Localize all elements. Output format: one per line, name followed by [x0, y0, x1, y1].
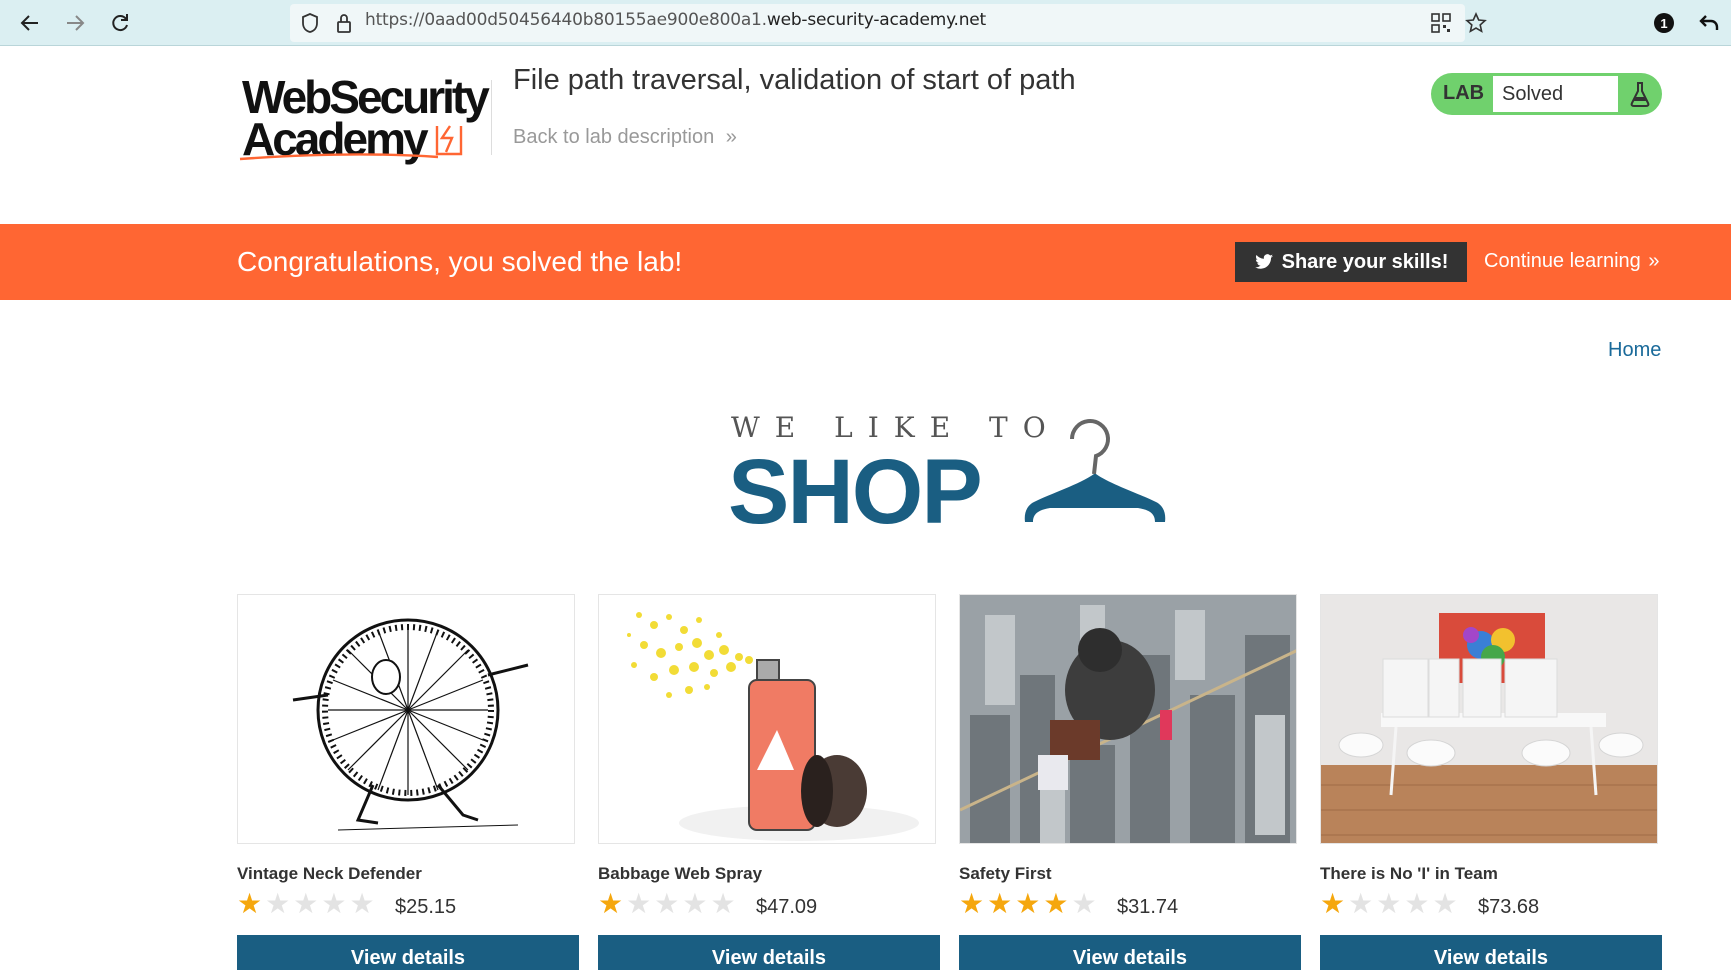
- double-chevron-right-icon: »: [1648, 250, 1660, 272]
- star-rating: ★ ★ ★ ★ ★: [1320, 889, 1458, 919]
- logo-underline: [239, 153, 439, 161]
- share-button-label: Share your skills!: [1281, 250, 1449, 273]
- star-filled-icon: ★: [598, 888, 624, 919]
- back-arrow-icon[interactable]: [16, 9, 44, 37]
- star-empty-icon: ★: [626, 888, 652, 919]
- star-rating: ★ ★ ★ ★ ★: [237, 889, 375, 919]
- shop-title: SHOP: [728, 441, 983, 543]
- product-image[interactable]: [959, 594, 1297, 844]
- star-empty-icon: ★: [265, 888, 291, 919]
- home-link[interactable]: Home: [1608, 339, 1661, 362]
- star-filled-icon: ★: [987, 888, 1013, 919]
- product-illustration: [1321, 595, 1657, 843]
- star-filled-icon: ★: [1015, 888, 1041, 919]
- product-image[interactable]: [598, 594, 936, 844]
- browser-toolbar: https://0aad00d50456440b80155ae900e800a1…: [0, 0, 1731, 46]
- continue-learning-label: Continue learning: [1484, 250, 1641, 272]
- star-empty-icon: ★: [1404, 888, 1430, 919]
- star-empty-icon: ★: [349, 888, 375, 919]
- star-filled-icon: ★: [959, 888, 985, 919]
- url-prefix: https://0aad00d50456440b80155ae900e800a1…: [365, 10, 767, 30]
- notification-count: 1: [1654, 13, 1674, 33]
- product-name: Vintage Neck Defender: [237, 864, 422, 883]
- lab-title: File path traversal, validation of start…: [513, 64, 1076, 96]
- back-to-lab-description-link[interactable]: Back to lab description »: [513, 126, 737, 149]
- star-empty-icon: ★: [654, 888, 680, 919]
- star-empty-icon: ★: [1071, 888, 1097, 919]
- lab-solved-banner: Congratulations, you solved the lab! Sha…: [0, 224, 1731, 300]
- view-details-button[interactable]: View details: [237, 935, 579, 970]
- shield-icon[interactable]: [296, 9, 324, 37]
- product-image[interactable]: [237, 594, 575, 844]
- qr-code-icon[interactable]: [1427, 9, 1455, 37]
- star-filled-icon: ★: [1320, 888, 1346, 919]
- star-filled-icon: ★: [237, 888, 263, 919]
- url-text[interactable]: https://0aad00d50456440b80155ae900e800a1…: [365, 10, 986, 30]
- bookmark-star-icon[interactable]: [1462, 9, 1490, 37]
- header-divider: [491, 80, 492, 155]
- star-empty-icon: ★: [1432, 888, 1458, 919]
- product-price: $47.09: [756, 896, 818, 918]
- lock-icon[interactable]: [330, 9, 358, 37]
- logo-lightning-icon: [435, 125, 463, 156]
- view-details-button[interactable]: View details: [1320, 935, 1662, 970]
- congratulations-message: Congratulations, you solved the lab!: [237, 246, 683, 277]
- twitter-bird-icon: [1254, 254, 1273, 269]
- flask-icon: [1630, 82, 1650, 107]
- continue-learning-link[interactable]: Continue learning »: [1484, 250, 1659, 273]
- forward-arrow-icon[interactable]: [61, 9, 89, 37]
- double-chevron-right-icon: »: [725, 126, 737, 148]
- star-empty-icon: ★: [293, 888, 319, 919]
- back-link-label: Back to lab description: [513, 126, 715, 148]
- star-empty-icon: ★: [682, 888, 708, 919]
- reload-icon[interactable]: [106, 9, 134, 37]
- view-details-button[interactable]: View details: [598, 935, 940, 970]
- product-name: Babbage Web Spray: [598, 864, 763, 883]
- product-name: There is No 'I' in Team: [1320, 864, 1498, 883]
- product-price: $25.15: [395, 896, 457, 918]
- star-rating: ★ ★ ★ ★ ★: [598, 889, 736, 919]
- star-empty-icon: ★: [1348, 888, 1374, 919]
- star-empty-icon: ★: [321, 888, 347, 919]
- lab-badge-label: LAB: [1443, 82, 1485, 104]
- url-domain: web-security-academy.net: [766, 10, 987, 30]
- star-rating: ★ ★ ★ ★ ★: [959, 889, 1097, 919]
- clothes-hanger-icon: [1024, 419, 1166, 522]
- lab-status-box: Solved: [1493, 76, 1618, 112]
- star-empty-icon: ★: [1376, 888, 1402, 919]
- lab-status-text: Solved: [1502, 83, 1564, 105]
- star-empty-icon: ★: [710, 888, 736, 919]
- web-security-academy-logo[interactable]: WebSecurity Academy: [238, 70, 490, 165]
- share-skills-button[interactable]: Share your skills!: [1235, 242, 1467, 282]
- lab-status-badge: LAB Solved: [1431, 73, 1662, 115]
- product-illustration: [627, 612, 919, 841]
- product-illustration: [292, 618, 529, 831]
- undo-arrow-icon[interactable]: [1695, 9, 1723, 37]
- product-image[interactable]: [1320, 594, 1658, 844]
- product-name: Safety First: [959, 864, 1052, 883]
- notification-badge[interactable]: 1: [1650, 9, 1678, 37]
- view-details-button[interactable]: View details: [959, 935, 1301, 970]
- product-price: $73.68: [1478, 896, 1540, 918]
- product-price: $31.74: [1117, 896, 1179, 918]
- star-filled-icon: ★: [1043, 888, 1069, 919]
- product-illustration: [960, 595, 1296, 843]
